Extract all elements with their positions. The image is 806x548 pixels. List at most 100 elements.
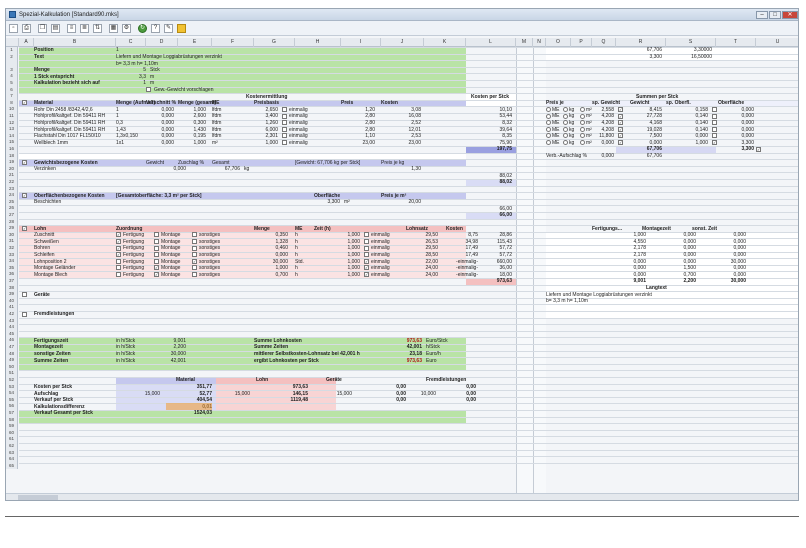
wage-item-name[interactable]: Zuschnitt [34, 232, 54, 238]
row-header[interactable]: 46 [6, 337, 18, 344]
preis-je-option[interactable] [546, 133, 551, 139]
assignment-checkbox[interactable] [154, 239, 159, 244]
material-price[interactable]: 1,10 [341, 133, 375, 139]
wage-quantity[interactable]: 30,000 [254, 259, 288, 265]
column-header-i[interactable]: I [341, 38, 381, 47]
wage-item-name[interactable]: Montage Geländer [34, 265, 75, 271]
column-header-f[interactable]: F [212, 38, 254, 47]
weight-checkbox[interactable]: ✓ [618, 107, 623, 112]
assignment-checkbox[interactable]: ✓ [116, 232, 121, 238]
row-header[interactable]: 33 [6, 251, 18, 259]
wage-quantity[interactable]: 0,000 [254, 252, 288, 258]
row-header[interactable]: 38 [6, 284, 18, 292]
corner-cell[interactable] [6, 38, 19, 47]
wage-quantity[interactable]: 0,460 [254, 245, 288, 251]
row-header[interactable]: 42 [6, 311, 18, 318]
wage-quantity[interactable]: 1,000 [254, 265, 288, 271]
wage-quantity[interactable]: 0,700 [254, 272, 288, 278]
row-header[interactable]: 57 [6, 410, 18, 417]
row-header[interactable]: 44 [6, 324, 18, 331]
material-name[interactable]: Flachstahl Din 1017 FL150/10 [34, 133, 101, 139]
preis-je-option[interactable] [563, 140, 568, 145]
refresh-icon[interactable]: ↻ [138, 23, 147, 33]
surface-checkbox[interactable] [712, 113, 717, 119]
material-verschnitt[interactable]: 0,000 [146, 113, 174, 119]
weight-costs-checkbox[interactable]: ✓ [22, 159, 27, 165]
assignment-checkbox[interactable] [192, 252, 197, 258]
row-header[interactable]: 29 [6, 225, 18, 232]
close-button[interactable]: ✕ [782, 10, 798, 19]
preis-je-option[interactable] [580, 120, 585, 126]
external-services-checkbox[interactable] [22, 311, 27, 317]
wage-quantity[interactable]: 1,328 [254, 239, 288, 245]
material-name[interactable]: Hohlprofil/kaltgef. Din 59411 RH [34, 120, 105, 126]
row-header[interactable]: 35 [6, 264, 18, 272]
scrollbar-thumb[interactable] [18, 495, 58, 500]
once-checkbox[interactable] [282, 133, 287, 139]
once-checkbox[interactable] [282, 140, 287, 145]
preis-je-option[interactable] [580, 113, 585, 119]
assignment-checkbox[interactable] [154, 245, 159, 251]
row-header[interactable]: 22 [6, 179, 18, 186]
column-header-m[interactable]: M [516, 38, 533, 47]
material-verschnitt[interactable]: 0,000 [146, 107, 174, 113]
row-header[interactable]: 31 [6, 238, 18, 245]
row-header[interactable]: 52 [6, 377, 18, 384]
row-header[interactable]: 47 [6, 344, 18, 351]
row-header[interactable]: 10 [6, 106, 18, 113]
material-aufmass[interactable]: 1,3x0,150 [116, 133, 138, 139]
assignment-checkbox[interactable] [154, 252, 159, 258]
row-header[interactable]: 15 [6, 139, 18, 146]
row-header[interactable]: 62 [6, 443, 18, 450]
column-header-g[interactable]: G [254, 38, 295, 47]
column-header-s[interactable]: S [666, 38, 716, 47]
wage-item-name[interactable]: Montage Blech [34, 272, 67, 278]
basis-value[interactable]: 1 [116, 80, 146, 86]
column-header-a[interactable]: A [19, 38, 34, 47]
material-price[interactable]: 2,80 [341, 127, 375, 133]
row-header[interactable]: 61 [6, 436, 18, 443]
preis-je-option[interactable] [580, 126, 585, 132]
column-header-l[interactable]: L [466, 38, 516, 47]
row-header[interactable]: 21 [6, 172, 18, 179]
wage-rate[interactable]: 26,53 [406, 239, 438, 245]
row-header[interactable]: 5 [6, 80, 18, 87]
minimize-button[interactable]: – [756, 10, 768, 19]
maximize-button[interactable]: □ [769, 10, 781, 19]
weight-checkbox[interactable]: ✓ [618, 140, 623, 145]
row-header[interactable]: 1 [6, 47, 18, 54]
material-aufmass[interactable]: 1 [116, 107, 119, 113]
row-header[interactable]: 63 [6, 449, 18, 457]
once-checkbox[interactable] [364, 232, 369, 238]
row-header[interactable]: 25 [6, 198, 18, 206]
row-header[interactable]: 12 [6, 119, 18, 127]
wage-item-name[interactable]: Schleifen [34, 252, 55, 258]
column-header-r[interactable]: R [616, 38, 666, 47]
row-header[interactable]: 14 [6, 132, 18, 140]
row-header[interactable]: 51 [6, 370, 18, 377]
surface-costs-checkbox[interactable]: ✓ [22, 192, 27, 198]
wage-item-name[interactable]: Bohren [34, 245, 50, 251]
paste-icon[interactable]: ▤ [51, 23, 60, 33]
surface-item-name[interactable]: Beschichten [34, 199, 61, 205]
material-aufmass[interactable]: 1,43 [116, 127, 126, 133]
row-header[interactable] [6, 60, 18, 67]
once-checkbox[interactable] [282, 126, 287, 132]
calculator-icon[interactable]: ▦ [109, 23, 118, 33]
preis-je-option[interactable] [563, 107, 568, 112]
once-checkbox[interactable]: ✓ [364, 258, 369, 264]
column-header-k[interactable]: K [424, 38, 466, 47]
exit-icon[interactable] [177, 23, 186, 33]
column-header-u[interactable]: U [756, 38, 798, 47]
row-header[interactable]: 18 [6, 152, 18, 160]
wage-rate[interactable]: 28,50 [406, 252, 438, 258]
column-header-e[interactable]: E [178, 38, 212, 47]
row-header[interactable]: 37 [6, 278, 18, 285]
preis-je-option[interactable] [563, 133, 568, 139]
wage-rate[interactable]: 24,00 [406, 265, 438, 271]
assignment-checkbox[interactable] [192, 245, 197, 251]
assignment-checkbox[interactable] [192, 232, 197, 238]
insert-row-icon[interactable]: ≡ [67, 23, 76, 33]
row-header[interactable]: 39 [6, 291, 18, 298]
row-header[interactable]: 23 [6, 185, 18, 193]
